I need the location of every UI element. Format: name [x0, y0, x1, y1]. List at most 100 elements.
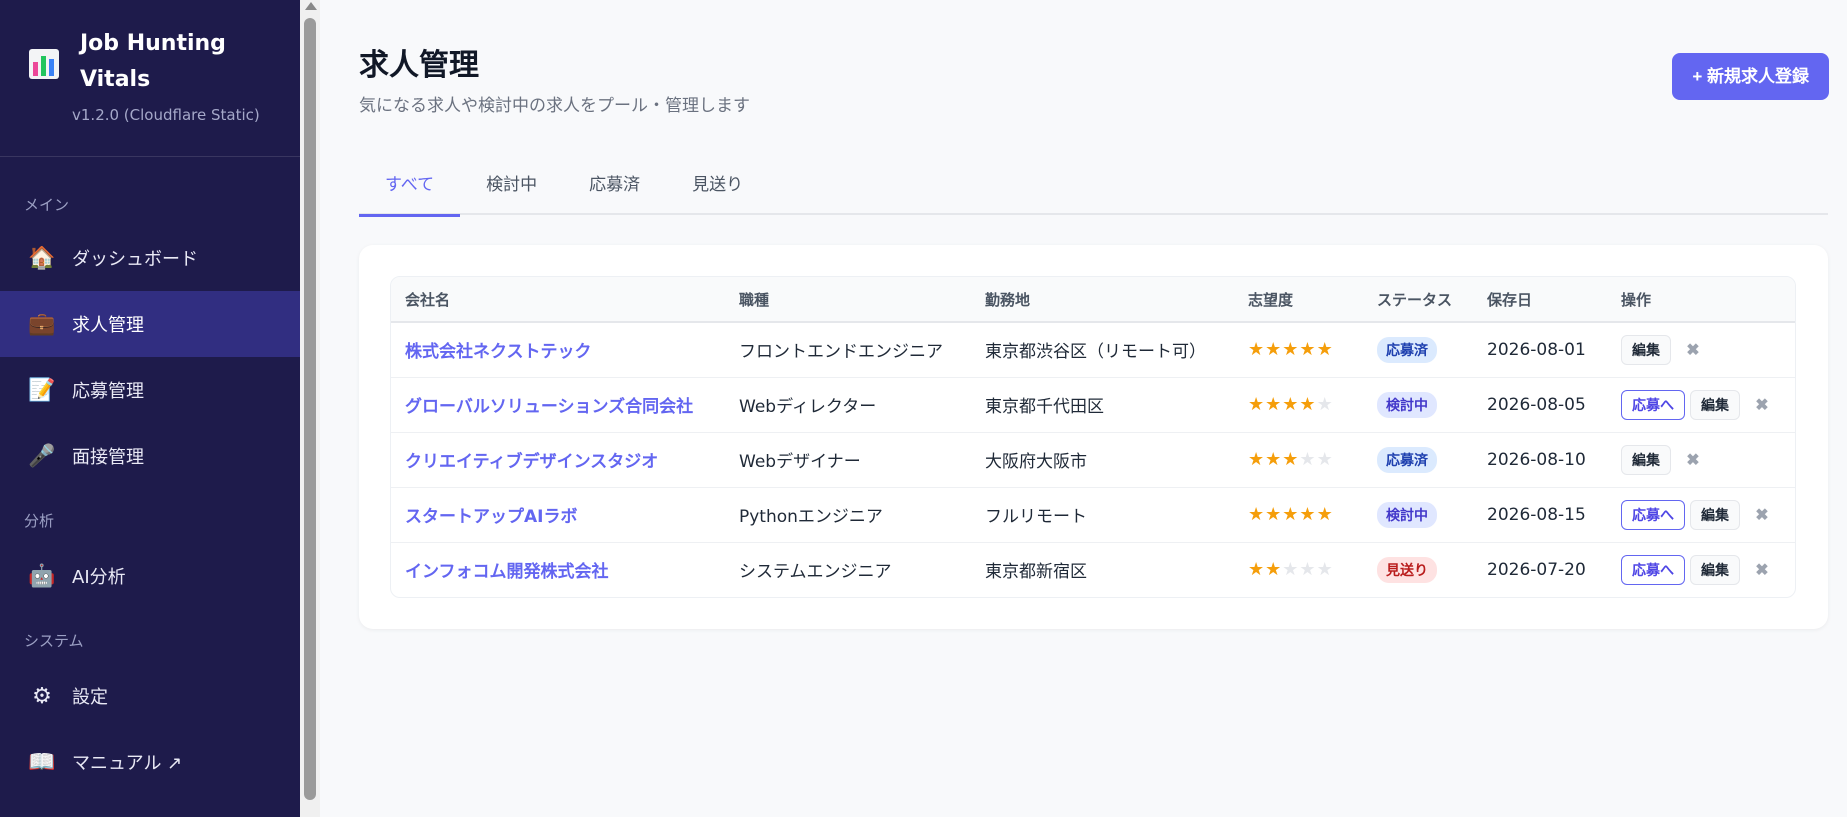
tab-applied[interactable]: 応募済	[563, 166, 666, 215]
jobs-card: 会社名 職種 勤務地 志望度 ステータス 保存日 操作 株式会社ネクストテックフ…	[359, 245, 1828, 629]
star-empty-icon: ★	[1299, 559, 1317, 581]
status-badge: 応募済	[1377, 446, 1437, 473]
company-name-link[interactable]: インフォコム開発株式会社	[391, 542, 725, 597]
rating-stars: ★★★★★	[1234, 377, 1363, 432]
table-row: クリエイティブデザインスタジオ Webデザイナー 大阪府大阪市 ★★★★★ 応募済 202…	[391, 432, 1795, 487]
table-row: スタートアップAIラボ Pythonエンジニア フルリモート ★★★★★ 検討中 2026…	[391, 487, 1795, 542]
sidebar-item-label: マニュアル ↗	[72, 753, 183, 774]
sidebar: Job Hunting Vitals v1.2.0 (Cloudflare St…	[0, 0, 300, 817]
rating-stars: ★★★★★	[1234, 322, 1363, 377]
page-title: 求人管理	[359, 48, 479, 83]
job-role: Webデザイナー	[739, 452, 861, 472]
edit-button[interactable]: 編集	[1621, 444, 1671, 475]
column-header-company[interactable]: 会社名	[391, 277, 725, 323]
sidebar-item-settings[interactable]: ⚙ 設定	[0, 663, 300, 729]
actions-cell: 応募へ 編集 ✖	[1607, 542, 1795, 597]
star-filled-icon: ★	[1282, 339, 1300, 361]
scroll-up-arrow-icon[interactable]	[305, 2, 317, 10]
star-filled-icon: ★	[1265, 339, 1283, 361]
actions-cell: 応募へ 編集 ✖	[1607, 377, 1795, 432]
star-filled-icon: ★	[1299, 394, 1317, 415]
delete-icon[interactable]: ✖	[1683, 340, 1703, 360]
table-row: グローバルソリューションズ合同会社 Webディレクター 東京都千代田区 ★★★★★ 検討…	[391, 377, 1795, 432]
status-badge: 検討中	[1377, 501, 1437, 528]
sidebar-item-label: 求人管理	[72, 315, 144, 336]
nav-section-system: システム	[24, 632, 84, 650]
star-filled-icon: ★	[1316, 504, 1334, 525]
sidebar-item-label: 応募管理	[72, 381, 144, 402]
app-title: Job Hunting Vitals	[80, 31, 226, 92]
star-empty-icon: ★	[1316, 394, 1334, 415]
main-content: 求人管理 気になる求人や検討中の求人をプール・管理します + 新規求人登録 すべ…	[320, 0, 1847, 817]
job-location: フルリモート	[985, 507, 1087, 527]
star-filled-icon: ★	[1265, 449, 1283, 470]
status-badge: 応募済	[1377, 336, 1437, 363]
status-cell: 応募済	[1363, 322, 1473, 377]
sidebar-item-manual[interactable]: 📖 マニュアル ↗	[0, 729, 300, 795]
delete-icon[interactable]: ✖	[1752, 560, 1772, 580]
edit-button[interactable]: 編集	[1690, 389, 1740, 420]
star-empty-icon: ★	[1282, 559, 1300, 581]
robot-icon: 🤖	[28, 563, 56, 589]
jobs-table-wrapper: 会社名 職種 勤務地 志望度 ステータス 保存日 操作 株式会社ネクストテックフ…	[390, 276, 1796, 598]
microphone-icon: 🎤	[28, 443, 56, 469]
status-cell: 応募済	[1363, 432, 1473, 487]
table-row: 株式会社ネクストテック フロントエンドエンジニア 東京都渋谷区（リモート可） ★★★★…	[391, 322, 1795, 377]
job-role: Webディレクター	[739, 397, 877, 417]
sidebar-item-ai-analysis[interactable]: 🤖 AI分析	[0, 543, 300, 609]
apply-button[interactable]: 応募へ	[1621, 554, 1685, 585]
edit-button[interactable]: 編集	[1690, 554, 1740, 585]
jobs-table: 会社名 職種 勤務地 志望度 ステータス 保存日 操作 株式会社ネクストテックフ…	[391, 277, 1795, 597]
star-filled-icon: ★	[1316, 339, 1334, 361]
nav-section-analysis: 分析	[24, 512, 55, 530]
edit-button[interactable]: 編集	[1690, 499, 1740, 530]
sidebar-scrollbar[interactable]	[300, 0, 320, 817]
tab-considering[interactable]: 検討中	[460, 166, 563, 215]
star-empty-icon: ★	[1316, 559, 1334, 581]
company-name-link[interactable]: 株式会社ネクストテック	[391, 322, 725, 377]
star-empty-icon: ★	[1316, 449, 1334, 470]
actions-cell: 応募へ 編集 ✖	[1607, 487, 1795, 542]
new-job-button[interactable]: + 新規求人登録	[1672, 53, 1829, 100]
delete-icon[interactable]: ✖	[1752, 395, 1772, 415]
scroll-thumb[interactable]	[304, 18, 316, 800]
star-filled-icon: ★	[1248, 559, 1266, 581]
star-filled-icon: ★	[1282, 449, 1300, 470]
table-header-row: 会社名 職種 勤務地 志望度 ステータス 保存日 操作	[391, 277, 1795, 323]
column-header-actions: 操作	[1607, 277, 1795, 323]
delete-icon[interactable]: ✖	[1683, 450, 1703, 470]
actions-cell: 編集 ✖	[1607, 322, 1795, 377]
sidebar-item-dashboard[interactable]: 🏠 ダッシュボード	[0, 225, 300, 291]
delete-icon[interactable]: ✖	[1752, 505, 1772, 525]
sidebar-item-applications[interactable]: 📝 応募管理	[0, 357, 300, 423]
apply-button[interactable]: 応募へ	[1621, 499, 1685, 530]
column-header-status[interactable]: ステータス	[1363, 277, 1473, 323]
job-role: フロントエンドエンジニア	[739, 342, 943, 363]
column-header-location[interactable]: 勤務地	[971, 277, 1234, 323]
job-role: Pythonエンジニア	[739, 507, 883, 527]
column-header-rating[interactable]: 志望度	[1234, 277, 1363, 323]
sidebar-item-jobs[interactable]: 💼 求人管理	[0, 291, 300, 357]
status-badge: 見送り	[1377, 556, 1437, 583]
column-header-date[interactable]: 保存日	[1473, 277, 1607, 323]
tab-all[interactable]: すべて	[359, 166, 461, 217]
edit-button[interactable]: 編集	[1621, 334, 1671, 365]
star-filled-icon: ★	[1248, 504, 1266, 525]
star-empty-icon: ★	[1299, 449, 1317, 470]
gear-icon: ⚙	[32, 683, 52, 709]
company-name-link[interactable]: スタートアップAIラボ	[391, 487, 725, 542]
company-name-link[interactable]: クリエイティブデザインスタジオ	[391, 432, 725, 487]
sidebar-item-label: 面接管理	[72, 447, 144, 468]
nav-section-main: メイン	[24, 196, 70, 214]
column-header-role[interactable]: 職種	[725, 277, 971, 323]
apply-button[interactable]: 応募へ	[1621, 389, 1685, 420]
star-filled-icon: ★	[1265, 504, 1283, 525]
sidebar-item-interviews[interactable]: 🎤 面接管理	[0, 423, 300, 489]
tab-declined[interactable]: 見送り	[666, 166, 769, 215]
company-name-link[interactable]: グローバルソリューションズ合同会社	[391, 377, 725, 432]
job-location: 大阪府大阪市	[985, 452, 1087, 472]
star-filled-icon: ★	[1299, 504, 1317, 525]
sidebar-item-label: AI分析	[72, 567, 126, 588]
saved-date: 2026-08-10	[1487, 449, 1586, 470]
job-location: 東京都千代田区	[985, 397, 1104, 417]
